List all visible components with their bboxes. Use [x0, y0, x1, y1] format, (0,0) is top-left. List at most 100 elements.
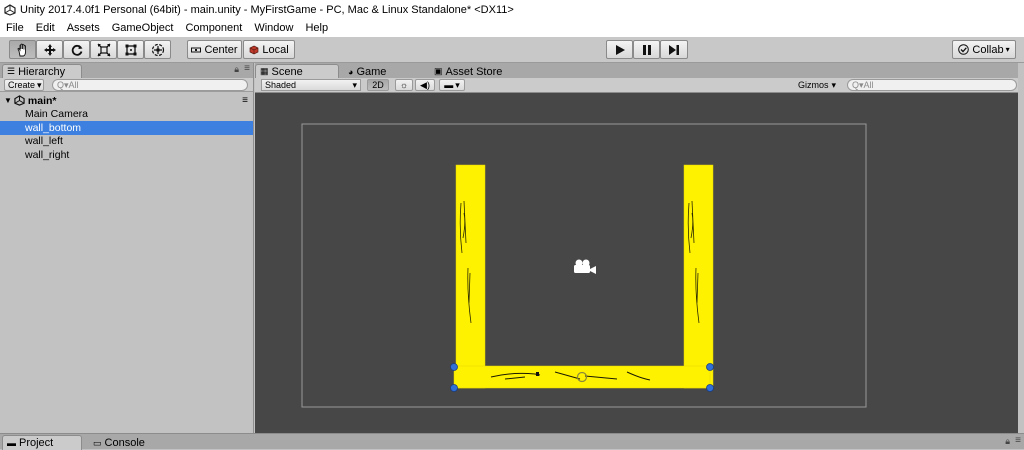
- panel-menu-icon[interactable]: ≡: [244, 63, 250, 74]
- audio-toggle[interactable]: ◀︎): [415, 79, 435, 91]
- rect-transform-icon: [125, 44, 136, 55]
- hierarchy-item-wall-bottom[interactable]: wall_bottom: [0, 121, 253, 135]
- rotate-tool-button[interactable]: [63, 40, 90, 59]
- wall-right-sprite[interactable]: [683, 164, 714, 389]
- hand-tool-button[interactable]: [9, 40, 36, 59]
- wall-bottom-sprite[interactable]: [453, 365, 711, 389]
- create-label: Create: [8, 80, 36, 90]
- menu-file[interactable]: File: [6, 22, 24, 34]
- lock-icon[interactable]: 🔒︎: [234, 64, 239, 75]
- camera-gizmo-icon[interactable]: [574, 259, 596, 275]
- main-toolbar: Center Local Collab ▾: [0, 37, 1024, 63]
- menu-help[interactable]: Help: [305, 22, 328, 34]
- lighting-toggle[interactable]: ☼: [395, 79, 413, 91]
- create-dropdown[interactable]: Create ▾: [4, 79, 44, 91]
- resize-handle-bottom-right[interactable]: [706, 384, 714, 392]
- window-title: Unity 2017.4.0f1 Personal (64bit) - main…: [20, 3, 514, 16]
- scene-tabbar: ▦ Scene ◕ Game ▣ Asset Store: [255, 63, 1024, 78]
- move-arrows-icon: [43, 43, 56, 56]
- gizmos-label: Gizmos: [798, 80, 829, 90]
- chevron-down-icon: ▾: [455, 79, 460, 90]
- step-icon: [669, 44, 679, 55]
- hierarchy-item-label: Main Camera: [25, 108, 89, 121]
- collab-label: Collab: [972, 43, 1004, 56]
- pivot-local-label: Local: [262, 43, 289, 56]
- tab-console[interactable]: ▭ Console: [88, 435, 168, 450]
- scene-root-row[interactable]: ▼ main* ≡: [0, 94, 253, 108]
- scene-search-input[interactable]: Q▾All: [847, 79, 1017, 91]
- resize-handle-bottom-left[interactable]: [450, 384, 458, 392]
- tab-project[interactable]: ▬ Project: [2, 435, 82, 450]
- hand-icon: [17, 43, 26, 56]
- shading-mode-dropdown[interactable]: Shaded ▾: [261, 79, 361, 91]
- transform-tool-button[interactable]: [144, 40, 171, 59]
- sun-icon: ☼: [399, 80, 409, 90]
- bottom-tabbar: ▬ Project ▭ Console 🔒︎ ≡: [0, 433, 1024, 450]
- resize-handle-top-left[interactable]: [450, 363, 458, 371]
- tab-asset-store-label: Asset Store: [445, 65, 503, 78]
- play-button[interactable]: [606, 40, 633, 59]
- hierarchy-panel: ☰ Hierarchy 🔒︎ ≡ Create ▾ Q▾All ▼ main* …: [0, 63, 254, 433]
- menu-assets[interactable]: Assets: [67, 22, 100, 34]
- scene-grid-icon: ▦: [260, 66, 269, 76]
- mode-2d-toggle[interactable]: 2D: [367, 79, 389, 91]
- lock-icon[interactable]: 🔒︎: [1005, 436, 1010, 447]
- shading-mode-label: Shaded: [265, 80, 297, 90]
- pivot-icon: [191, 47, 202, 52]
- menu-edit[interactable]: Edit: [36, 22, 55, 34]
- collab-button[interactable]: Collab ▾: [952, 40, 1016, 59]
- gizmos-dropdown[interactable]: Gizmos ▾: [795, 79, 841, 91]
- tab-asset-store[interactable]: ▣ Asset Store: [429, 64, 529, 78]
- scale-icon: [97, 43, 110, 56]
- rect-tool-button[interactable]: [117, 40, 144, 59]
- hierarchy-item-label: wall_left: [25, 135, 63, 148]
- unity-logo-icon: [4, 3, 16, 16]
- step-button[interactable]: [660, 40, 688, 59]
- speaker-icon: ◀︎): [420, 79, 430, 90]
- pivot-center-label: Center: [204, 43, 238, 56]
- wall-left-sprite[interactable]: [455, 164, 486, 389]
- scene-menu-icon[interactable]: ≡: [242, 95, 248, 106]
- scene-name: main*: [27, 94, 57, 107]
- resize-handle-top-right[interactable]: [706, 363, 714, 371]
- combined-transform-icon: [151, 43, 164, 56]
- pause-button[interactable]: [633, 40, 660, 59]
- pivot-center-toggle[interactable]: Center: [187, 40, 242, 59]
- image-icon: ▬: [444, 80, 454, 90]
- move-tool-button[interactable]: [36, 40, 63, 59]
- menu-gameobject[interactable]: GameObject: [112, 22, 174, 34]
- tab-game[interactable]: ◕ Game: [343, 64, 413, 78]
- tab-scene[interactable]: ▦ Scene: [255, 64, 339, 78]
- scene-viewport[interactable]: [255, 93, 1024, 433]
- right-edge-strip: [1018, 63, 1024, 433]
- hierarchy-item-wall-left[interactable]: wall_left: [0, 135, 253, 149]
- panel-menu-icon[interactable]: ≡: [1015, 435, 1021, 446]
- scene-canvas[interactable]: [255, 93, 1024, 433]
- chevron-down-icon: ▾: [37, 79, 42, 90]
- hierarchy-tabbar: ☰ Hierarchy 🔒︎ ≡: [0, 63, 253, 78]
- pivot-local-toggle[interactable]: Local: [243, 40, 295, 59]
- console-icon: ▭: [93, 437, 102, 448]
- scene-panel: ▦ Scene ◕ Game ▣ Asset Store Shaded ▾ 2D…: [255, 63, 1024, 433]
- hierarchy-toolbar: Create ▾ Q▾All: [0, 78, 253, 92]
- tab-hierarchy[interactable]: ☰ Hierarchy: [2, 64, 82, 78]
- tab-scene-label: Scene: [271, 65, 303, 78]
- hierarchy-search-input[interactable]: Q▾All: [52, 79, 248, 91]
- tab-hierarchy-label: Hierarchy: [18, 65, 66, 78]
- menu-component[interactable]: Component: [185, 22, 242, 34]
- pacman-icon: ◕: [348, 66, 354, 77]
- folder-icon: ▬: [7, 438, 16, 448]
- menu-window[interactable]: Window: [254, 22, 293, 34]
- expand-arrow-icon[interactable]: ▼: [4, 96, 12, 105]
- store-bag-icon: ▣: [434, 66, 443, 76]
- effects-dropdown[interactable]: ▬ ▾: [439, 79, 465, 91]
- hierarchy-item-label: wall_bottom: [25, 121, 82, 134]
- scale-tool-button[interactable]: [90, 40, 117, 59]
- tab-console-label: Console: [104, 437, 145, 449]
- hierarchy-item-wall-right[interactable]: wall_right: [0, 148, 253, 162]
- scene-toolbar: Shaded ▾ 2D ☼ ◀︎) ▬ ▾ Gizmos ▾ Q▾All: [255, 78, 1024, 93]
- menu-bar: File Edit Assets GameObject Component Wi…: [0, 19, 1024, 37]
- hierarchy-item-main-camera[interactable]: Main Camera: [0, 108, 253, 122]
- list-icon: ☰: [7, 66, 16, 76]
- tab-game-label: Game: [356, 65, 387, 78]
